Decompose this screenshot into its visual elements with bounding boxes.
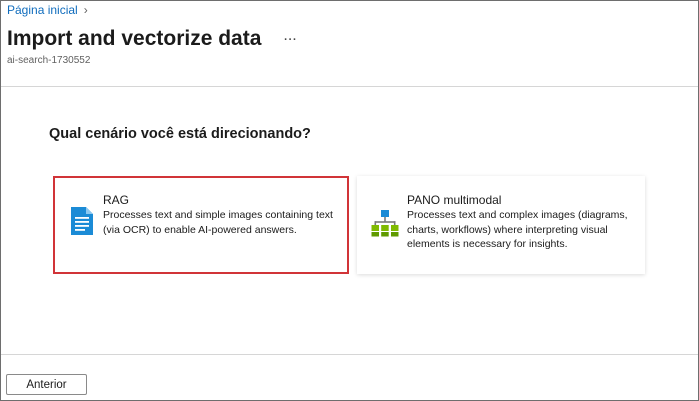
rag-card-title: RAG (103, 193, 130, 207)
document-icon (69, 206, 95, 236)
rag-card-description: Processes text and simple images contain… (103, 209, 333, 236)
scenario-question: Qual cenário você está direcionando? (49, 126, 311, 142)
header-divider (1, 86, 698, 87)
page-subtitle: ai-search-1730552 (7, 55, 91, 66)
multimodal-card-description: Processes text and complex images (diagr… (407, 209, 628, 250)
chevron-right-icon: › (83, 3, 88, 17)
app-window: Página inicial › Import and vectorize da… (0, 0, 699, 401)
title-row: Import and vectorize data ... (7, 27, 297, 51)
more-options-icon[interactable]: ... (283, 28, 296, 44)
breadcrumb-home-link[interactable]: Página inicial (7, 3, 78, 17)
footer-divider (1, 354, 698, 355)
breadcrumb: Página inicial › (7, 3, 88, 17)
page-title: Import and vectorize data (7, 27, 262, 50)
back-button[interactable]: Anterior (6, 374, 87, 395)
multimodal-scenario-card[interactable]: PANO multimodal Processes text and compl… (357, 176, 645, 274)
multimodal-card-title: PANO multimodal (407, 193, 502, 207)
rag-scenario-card[interactable]: RAG Processes text and simple images con… (53, 176, 349, 274)
hierarchy-icon (371, 209, 399, 237)
